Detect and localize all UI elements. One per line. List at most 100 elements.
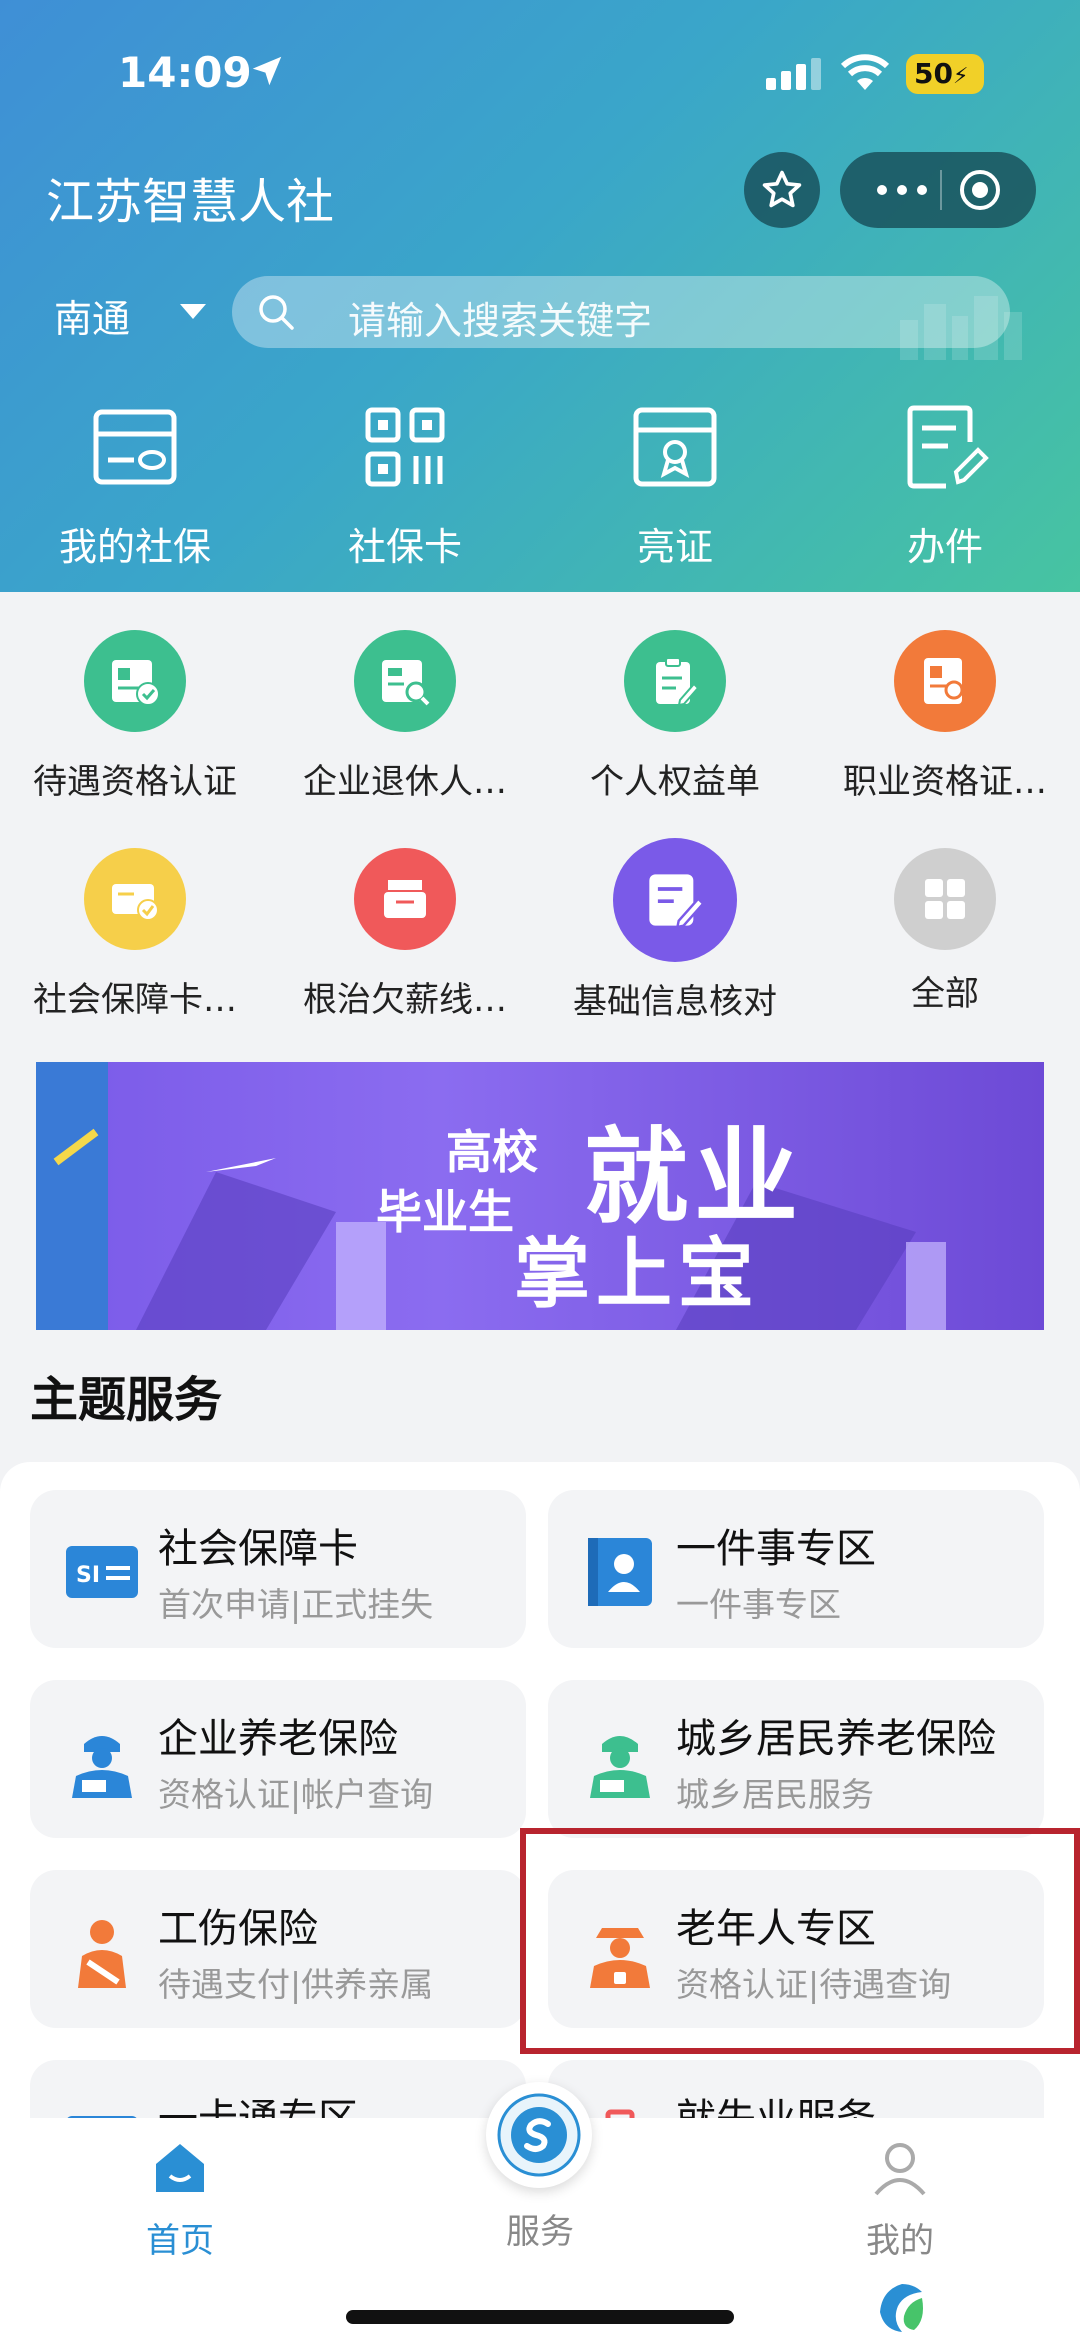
card-subtitle: 首次申请|正式挂失	[158, 1585, 434, 1624]
service-label: 个人权益单	[590, 762, 760, 802]
topic-card-resident-pension[interactable]: 城乡居民养老保险 城乡居民服务	[548, 1680, 1044, 1838]
grid-icon	[925, 879, 965, 919]
service-label: 企业退休人…	[303, 762, 507, 802]
status-bar: 14:09 50⚡	[0, 48, 1080, 98]
service-basic-info-check[interactable]: 基础信息核对	[555, 838, 795, 1023]
qr-code-icon	[365, 407, 445, 487]
search-bar[interactable]: 请输入搜索关键字	[232, 276, 1010, 348]
city-selector[interactable]: 南通	[54, 288, 130, 343]
battery-indicator: 50⚡	[906, 54, 984, 94]
quick-action-label: 我的社保	[58, 525, 211, 569]
search-input[interactable]: 请输入搜索关键字	[348, 290, 652, 345]
injury-icon	[78, 1920, 126, 1988]
card-subtitle: 城乡居民服务	[676, 1775, 874, 1814]
tab-mine[interactable]: 我的	[810, 2140, 990, 2262]
quick-action-my-social-security[interactable]: 我的社保	[25, 402, 245, 571]
service-icon-circle	[624, 630, 726, 732]
banner-text-college: 高校	[446, 1125, 538, 1179]
service-icon-circle	[354, 630, 456, 732]
service-personal-rights[interactable]: 个人权益单	[555, 630, 795, 803]
service-icon-circle	[354, 848, 456, 950]
service-center-button[interactable]	[486, 2082, 592, 2188]
capsule-divider	[940, 170, 942, 210]
quick-action-label: 亮证	[636, 525, 713, 569]
enterprise-worker-icon	[72, 1736, 132, 1798]
svg-text:SI: SI	[76, 1563, 100, 1588]
profile-icon	[874, 2143, 926, 2196]
tab-label: 我的	[866, 2221, 934, 2261]
quick-action-social-card[interactable]: 社保卡	[295, 402, 515, 571]
search-icon	[259, 295, 294, 330]
home-indicator	[346, 2310, 734, 2324]
wifi-icon	[840, 54, 890, 90]
mini-program-capsule	[840, 152, 1036, 228]
banner-text-graduates: 毕业生	[376, 1185, 514, 1239]
promo-banner[interactable]: 高校 毕业生 就业 掌上宝	[36, 1062, 1044, 1330]
edit-document-icon	[907, 405, 989, 489]
service-label: 根治欠薪线…	[303, 980, 507, 1020]
service-label: 基础信息核对	[573, 982, 777, 1022]
service-label: 职业资格证…	[843, 762, 1047, 802]
card-title: 社会保障卡	[158, 1526, 358, 1572]
card-subtitle: 一件事专区	[676, 1585, 841, 1624]
cellular-signal-icon	[766, 58, 821, 90]
topic-card-one-thing[interactable]: 一件事专区 一件事专区	[548, 1490, 1044, 1648]
watermark-logo-icon	[880, 2284, 923, 2332]
service-wage-arrears[interactable]: 根治欠薪线…	[285, 848, 525, 1021]
topic-card-social-card[interactable]: SI 社会保障卡 首次申请|正式挂失	[30, 1490, 526, 1648]
banner-text-handbook: 掌上宝	[514, 1229, 760, 1318]
certificate-icon	[633, 407, 717, 487]
card-title: 一件事专区	[676, 1526, 876, 1572]
battery-level: 50	[914, 57, 953, 90]
quick-action-show-certificate[interactable]: 亮证	[565, 402, 785, 571]
social-security-card-icon	[93, 409, 177, 485]
service-all[interactable]: 全部	[825, 848, 1065, 1015]
service-icon-circle	[84, 848, 186, 950]
tab-services[interactable]: 服务	[450, 2204, 630, 2253]
wallet-icon	[384, 880, 426, 918]
service-logo-icon	[497, 2093, 581, 2177]
card-check-icon	[112, 884, 159, 921]
tab-home[interactable]: 首页	[90, 2140, 270, 2262]
clipboard-edit-icon	[656, 657, 700, 707]
home-icon	[156, 2144, 204, 2192]
service-icon-circle	[894, 848, 996, 950]
quick-action-label: 社保卡	[347, 525, 462, 569]
service-label: 待遇资格认证	[33, 762, 237, 802]
quick-action-label: 办件	[906, 525, 983, 569]
retiree-search-icon	[382, 660, 430, 706]
app-title: 江苏智慧人社	[46, 174, 335, 230]
service-social-security-card[interactable]: 社会保障卡…	[15, 848, 255, 1021]
topic-card-enterprise-pension[interactable]: 企业养老保险 资格认证|帐户查询	[30, 1680, 526, 1838]
si-card-icon: SI	[66, 1546, 138, 1598]
section-title: 主题服务	[30, 1372, 223, 1428]
id-check-icon	[112, 660, 160, 706]
resident-worker-icon	[590, 1736, 650, 1798]
tab-label: 首页	[146, 2221, 214, 2261]
card-title: 城乡居民养老保险	[676, 1716, 996, 1762]
service-label: 社会保障卡…	[33, 980, 237, 1020]
card-subtitle: 资格认证|帐户查询	[158, 1775, 434, 1814]
service-icon-circle	[894, 630, 996, 732]
location-arrow-icon	[252, 56, 282, 86]
quick-action-tasks[interactable]: 办件	[835, 402, 1055, 571]
close-miniprogram-icon[interactable]	[958, 168, 1002, 212]
person-book-icon	[588, 1538, 652, 1606]
card-title: 工伤保险	[158, 1906, 318, 1952]
more-icon[interactable]	[870, 172, 934, 208]
service-vocational-cert[interactable]: 职业资格证…	[825, 630, 1065, 803]
service-label: 全部	[911, 974, 979, 1014]
service-icon-circle	[613, 838, 737, 962]
star-icon	[762, 170, 802, 208]
service-icon-circle	[84, 630, 186, 732]
service-qualification-cert[interactable]: 待遇资格认证	[15, 630, 255, 803]
chevron-down-icon[interactable]	[178, 302, 208, 322]
note-edit-icon	[649, 874, 705, 929]
service-enterprise-retiree[interactable]: 企业退休人…	[285, 630, 525, 803]
topic-card-work-injury[interactable]: 工伤保险 待遇支付|供养亲属	[30, 1870, 526, 2028]
card-subtitle: 待遇支付|供养亲属	[158, 1965, 434, 2004]
favorite-button[interactable]	[744, 152, 820, 228]
highlight-annotation	[520, 1828, 1080, 2054]
certificate-search-icon	[924, 658, 964, 704]
tab-label: 服务	[506, 2212, 574, 2252]
